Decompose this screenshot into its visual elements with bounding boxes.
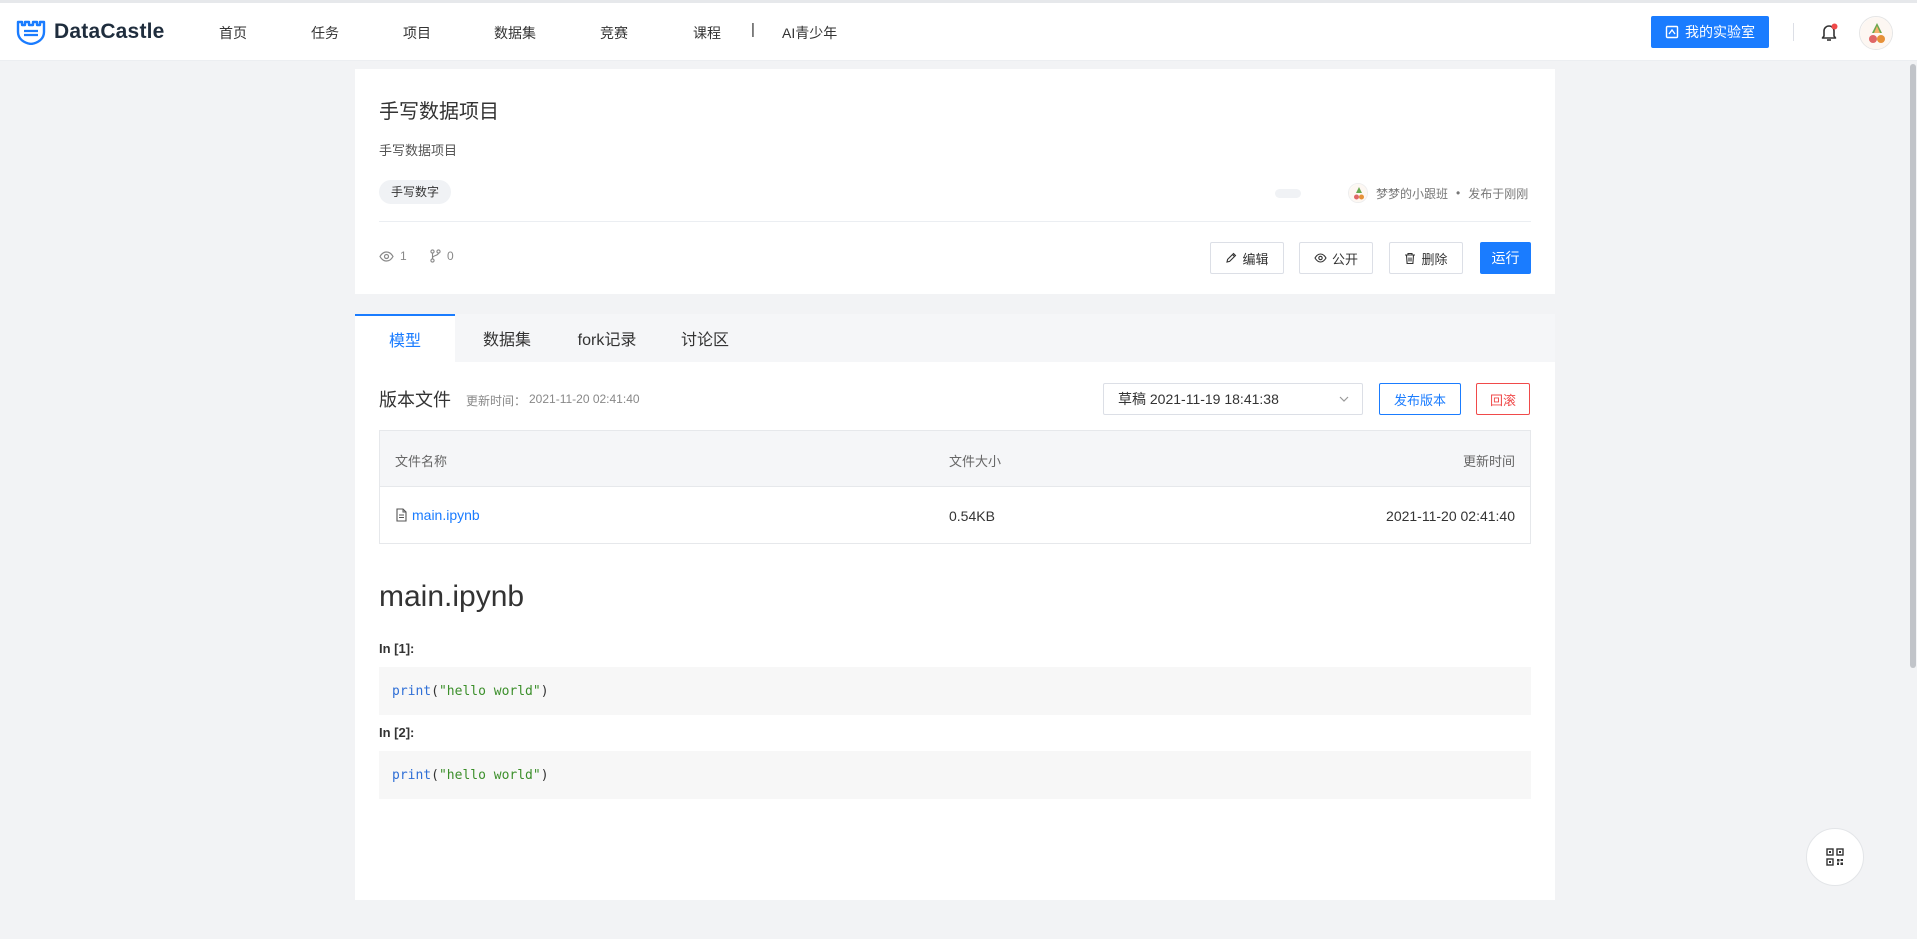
my-lab-button[interactable]: 我的实验室 xyxy=(1651,16,1769,48)
nav-item-home[interactable]: 首页 xyxy=(219,23,247,43)
code-function: print xyxy=(392,683,432,699)
file-size: 0.54KB xyxy=(949,508,995,524)
code-paren-close: ) xyxy=(540,683,549,699)
tab-model[interactable]: 模型 xyxy=(355,314,455,362)
page-scrollbar-thumb[interactable] xyxy=(1910,64,1916,668)
brand-logo[interactable]: DataCastle xyxy=(16,17,165,47)
meta-dot: • xyxy=(1456,186,1461,200)
trash-icon xyxy=(1405,252,1416,264)
file-updated: 2021-11-20 02:41:40 xyxy=(1386,508,1515,524)
cell-2-code[interactable]: print("hello world") xyxy=(379,751,1531,799)
file-table-header: 文件名称 文件大小 更新时间 xyxy=(380,431,1530,487)
eye-icon-small xyxy=(1314,253,1327,263)
public-button[interactable]: 公开 xyxy=(1299,242,1373,274)
version-files-title: 版本文件 xyxy=(379,390,451,410)
code-paren-open: ( xyxy=(431,683,439,699)
edit-button[interactable]: 编辑 xyxy=(1210,242,1284,274)
edit-label: 编辑 xyxy=(1242,251,1269,267)
nav-item-datasets[interactable]: 数据集 xyxy=(494,23,536,43)
file-icon xyxy=(396,508,407,522)
castle-logo-icon xyxy=(16,20,46,45)
code-function: print xyxy=(392,767,432,783)
chevron-down-icon xyxy=(1339,396,1349,402)
rollback-button[interactable]: 回滚 xyxy=(1476,383,1530,415)
delete-label: 删除 xyxy=(1421,251,1448,267)
file-link-main-ipynb[interactable]: main.ipynb xyxy=(395,507,480,523)
project-content-card: 模型 数据集 fork记录 讨论区 版本文件 更新时间： 2021-11-20 … xyxy=(355,314,1555,900)
code-string: "hello world" xyxy=(438,683,541,699)
project-tag[interactable]: 手写数字 xyxy=(379,180,452,204)
cell-2-prompt: In [2]: xyxy=(379,725,415,740)
pencil-icon xyxy=(1226,252,1237,263)
view-count-value: 1 xyxy=(400,249,407,263)
version-select[interactable]: 草稿 2021-11-19 18:41:38 xyxy=(1103,383,1363,415)
tab-discussion[interactable]: 讨论区 xyxy=(655,314,755,362)
qr-code-icon xyxy=(1826,848,1844,866)
header-divider xyxy=(379,221,1531,222)
nav-item-courses[interactable]: 课程 xyxy=(693,23,721,43)
nav-separator: | xyxy=(751,21,755,38)
code-paren-open: ( xyxy=(431,767,439,783)
run-button[interactable]: 运行 xyxy=(1480,242,1531,274)
notebook-title: main.ipynb xyxy=(379,580,525,613)
fork-icon xyxy=(430,249,441,263)
eye-icon xyxy=(379,250,394,262)
author-avatar-icon xyxy=(1349,184,1367,202)
column-header-updated: 更新时间 xyxy=(1462,454,1515,469)
public-label: 公开 xyxy=(1331,251,1358,267)
file-name: main.ipynb xyxy=(412,507,480,523)
version-select-value: 草稿 2021-11-19 18:41:38 xyxy=(1118,391,1279,407)
tab-bar: 模型 数据集 fork记录 讨论区 xyxy=(355,314,1555,362)
cell-1-code[interactable]: print("hello world") xyxy=(379,667,1531,715)
avatar-image-icon xyxy=(1860,17,1892,49)
update-time-label: 更新时间： xyxy=(466,394,527,408)
project-description: 手写数据项目 xyxy=(379,143,458,158)
fork-count-value: 0 xyxy=(447,249,454,263)
user-avatar[interactable] xyxy=(1859,16,1893,50)
tab-fork-records[interactable]: fork记录 xyxy=(559,314,655,362)
project-title: 手写数据项目 xyxy=(379,101,499,123)
nav-item-competitions[interactable]: 竞赛 xyxy=(600,23,628,43)
file-table: 文件名称 文件大小 更新时间 main.ipynb 0.54KB 2021-11… xyxy=(379,430,1531,544)
delete-button[interactable]: 删除 xyxy=(1389,242,1463,274)
notification-bell-icon[interactable] xyxy=(1818,21,1840,43)
brand-name: DataCastle xyxy=(54,20,165,43)
nav-item-ai-youth[interactable]: AI青少年 xyxy=(782,23,837,43)
nav-divider xyxy=(1793,23,1794,41)
cell-1-prompt: In [1]: xyxy=(379,641,415,656)
publish-version-button[interactable]: 发布版本 xyxy=(1379,383,1461,415)
column-header-size: 文件大小 xyxy=(949,454,1002,469)
publish-time: 发布于刚刚 xyxy=(1468,186,1529,201)
update-time-value: 2021-11-20 02:41:40 xyxy=(529,392,640,406)
author-avatar[interactable] xyxy=(1348,183,1368,203)
code-paren-close: ) xyxy=(540,767,549,783)
fork-count: 0 xyxy=(430,249,454,263)
placeholder-pill xyxy=(1275,189,1301,198)
view-count: 1 xyxy=(379,249,407,263)
column-header-name: 文件名称 xyxy=(395,454,448,469)
lab-icon xyxy=(1665,25,1679,39)
author-name[interactable]: 梦梦的小跟班 xyxy=(1376,185,1448,202)
project-author-info: 梦梦的小跟班 • 发布于刚刚 xyxy=(1348,183,1528,203)
project-header-card: 手写数据项目 手写数据项目 手写数字 梦梦的小跟班 • 发布于刚刚 1 0 编辑… xyxy=(355,69,1555,294)
code-string: "hello world" xyxy=(438,767,541,783)
nav-item-tasks[interactable]: 任务 xyxy=(311,23,339,43)
nav-item-projects[interactable]: 项目 xyxy=(403,23,431,43)
qr-code-button[interactable] xyxy=(1806,828,1864,886)
my-lab-label: 我的实验室 xyxy=(1685,24,1755,40)
top-navbar: DataCastle 首页 任务 项目 数据集 竞赛 课程 | AI青少年 我的… xyxy=(0,3,1917,61)
tab-dataset[interactable]: 数据集 xyxy=(455,314,559,362)
